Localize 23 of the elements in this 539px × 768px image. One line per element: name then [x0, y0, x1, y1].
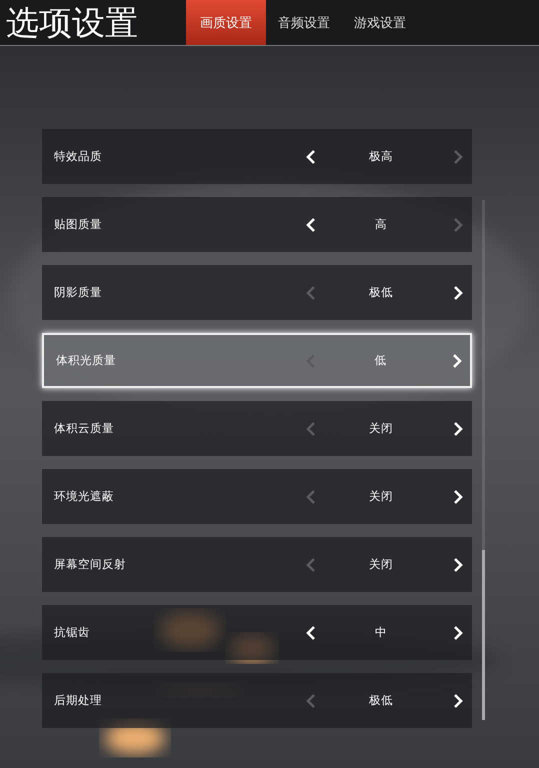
- setting-value: 低: [374, 353, 388, 368]
- setting-label: 体积云质量: [54, 421, 115, 436]
- setting-label: 贴图质量: [54, 217, 103, 232]
- setting-value: 关闭: [368, 421, 394, 436]
- setting-value: 关闭: [368, 557, 394, 572]
- setting-value: 中: [374, 625, 388, 640]
- tab[interactable]: 音频设置: [266, 0, 342, 45]
- tab[interactable]: 画质设置: [186, 0, 266, 45]
- page-title: 选项设置: [5, 2, 139, 44]
- setting-value: 关闭: [368, 489, 394, 504]
- setting-label: 环境光遮蔽: [54, 489, 115, 504]
- setting-label: 抗锯齿: [54, 625, 91, 640]
- scrollbar[interactable]: [482, 200, 485, 720]
- setting-label: 特效品质: [54, 149, 103, 164]
- setting-value: 极低: [368, 693, 394, 708]
- setting-label: 体积光质量: [56, 353, 117, 368]
- setting-value: 极低: [368, 285, 394, 300]
- setting-label: 屏幕空间反射: [54, 557, 127, 572]
- setting-label: 后期处理: [54, 693, 103, 708]
- setting-label: 阴影质量: [54, 285, 103, 300]
- setting-value: 高: [374, 217, 388, 232]
- setting-value: 极高: [368, 149, 394, 164]
- tab[interactable]: 游戏设置: [342, 0, 418, 45]
